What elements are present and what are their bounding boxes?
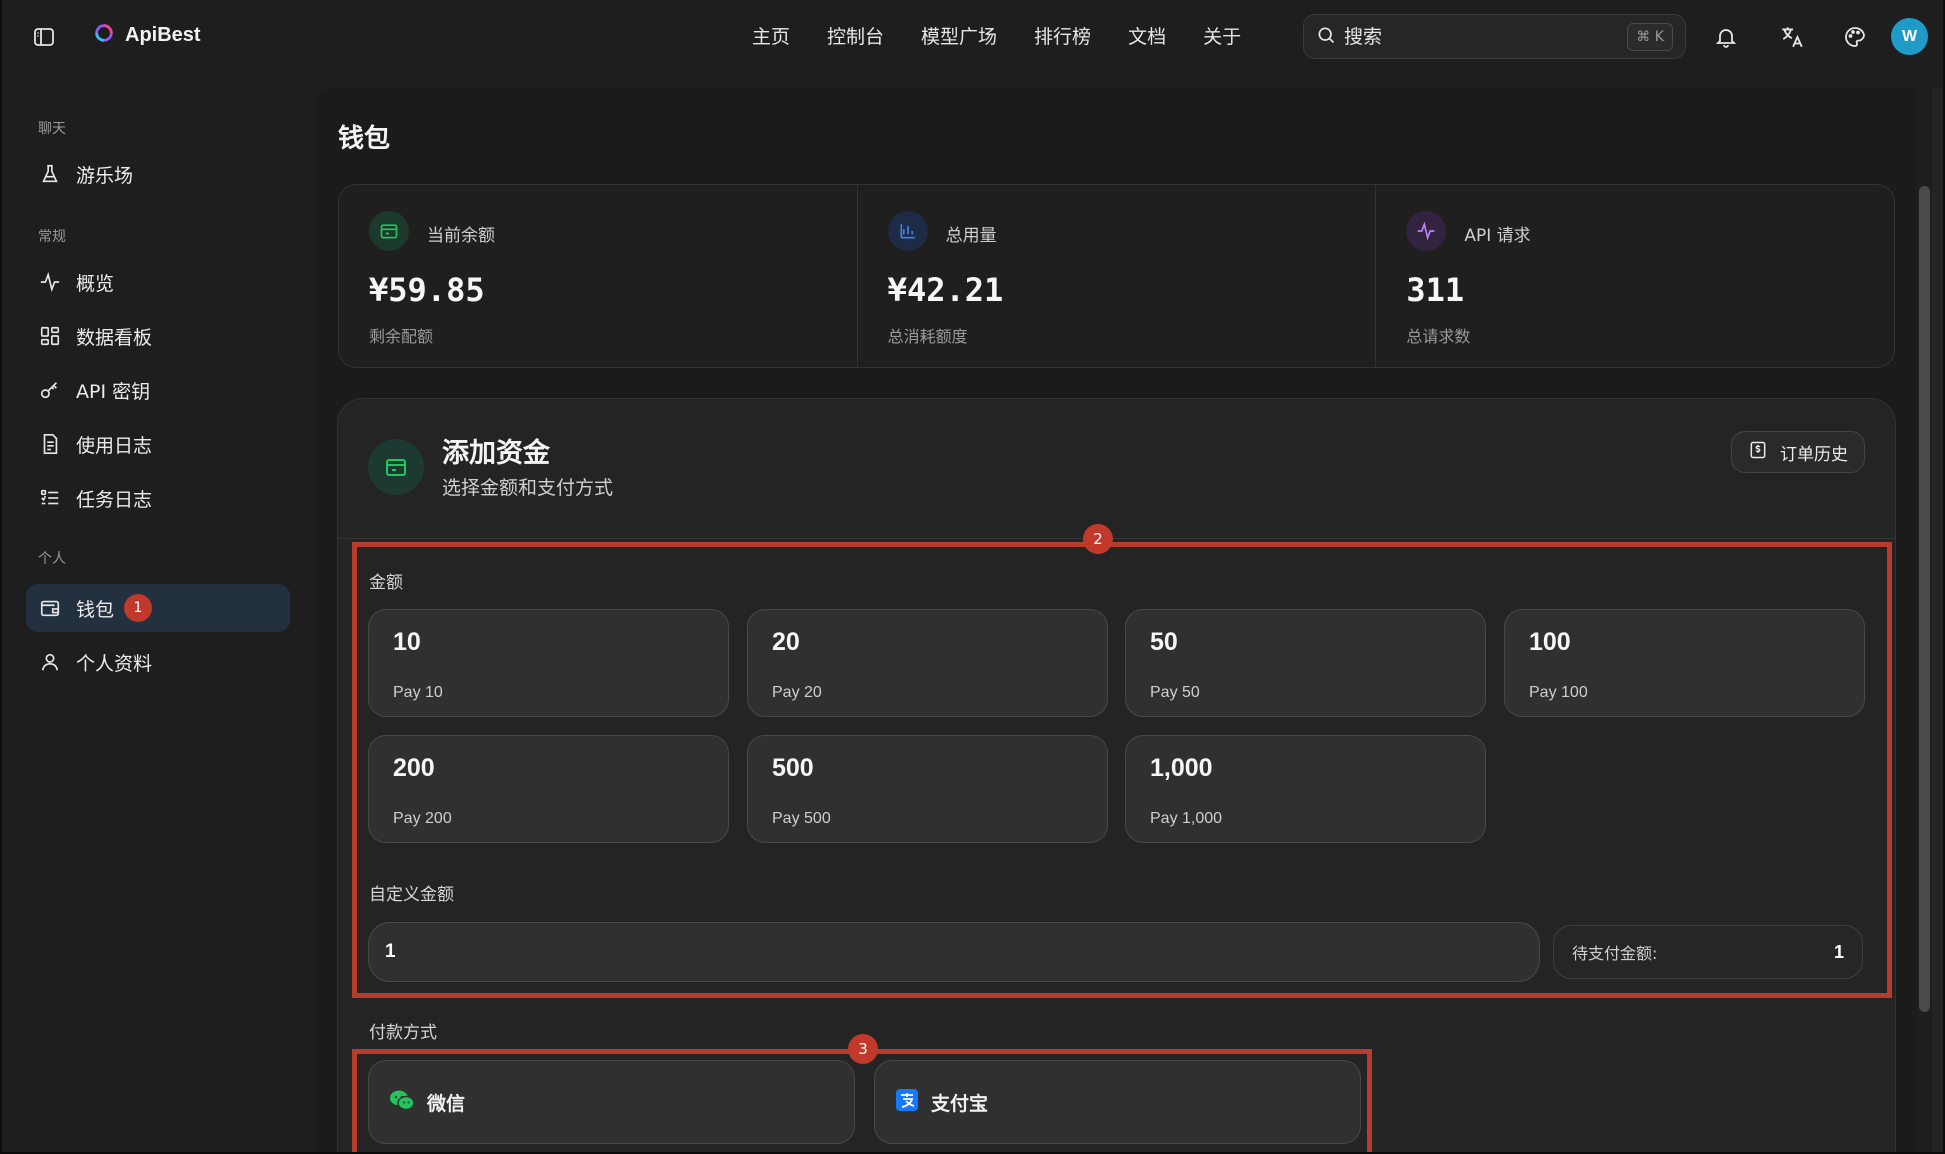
window-frame: [0, 0, 1945, 1154]
